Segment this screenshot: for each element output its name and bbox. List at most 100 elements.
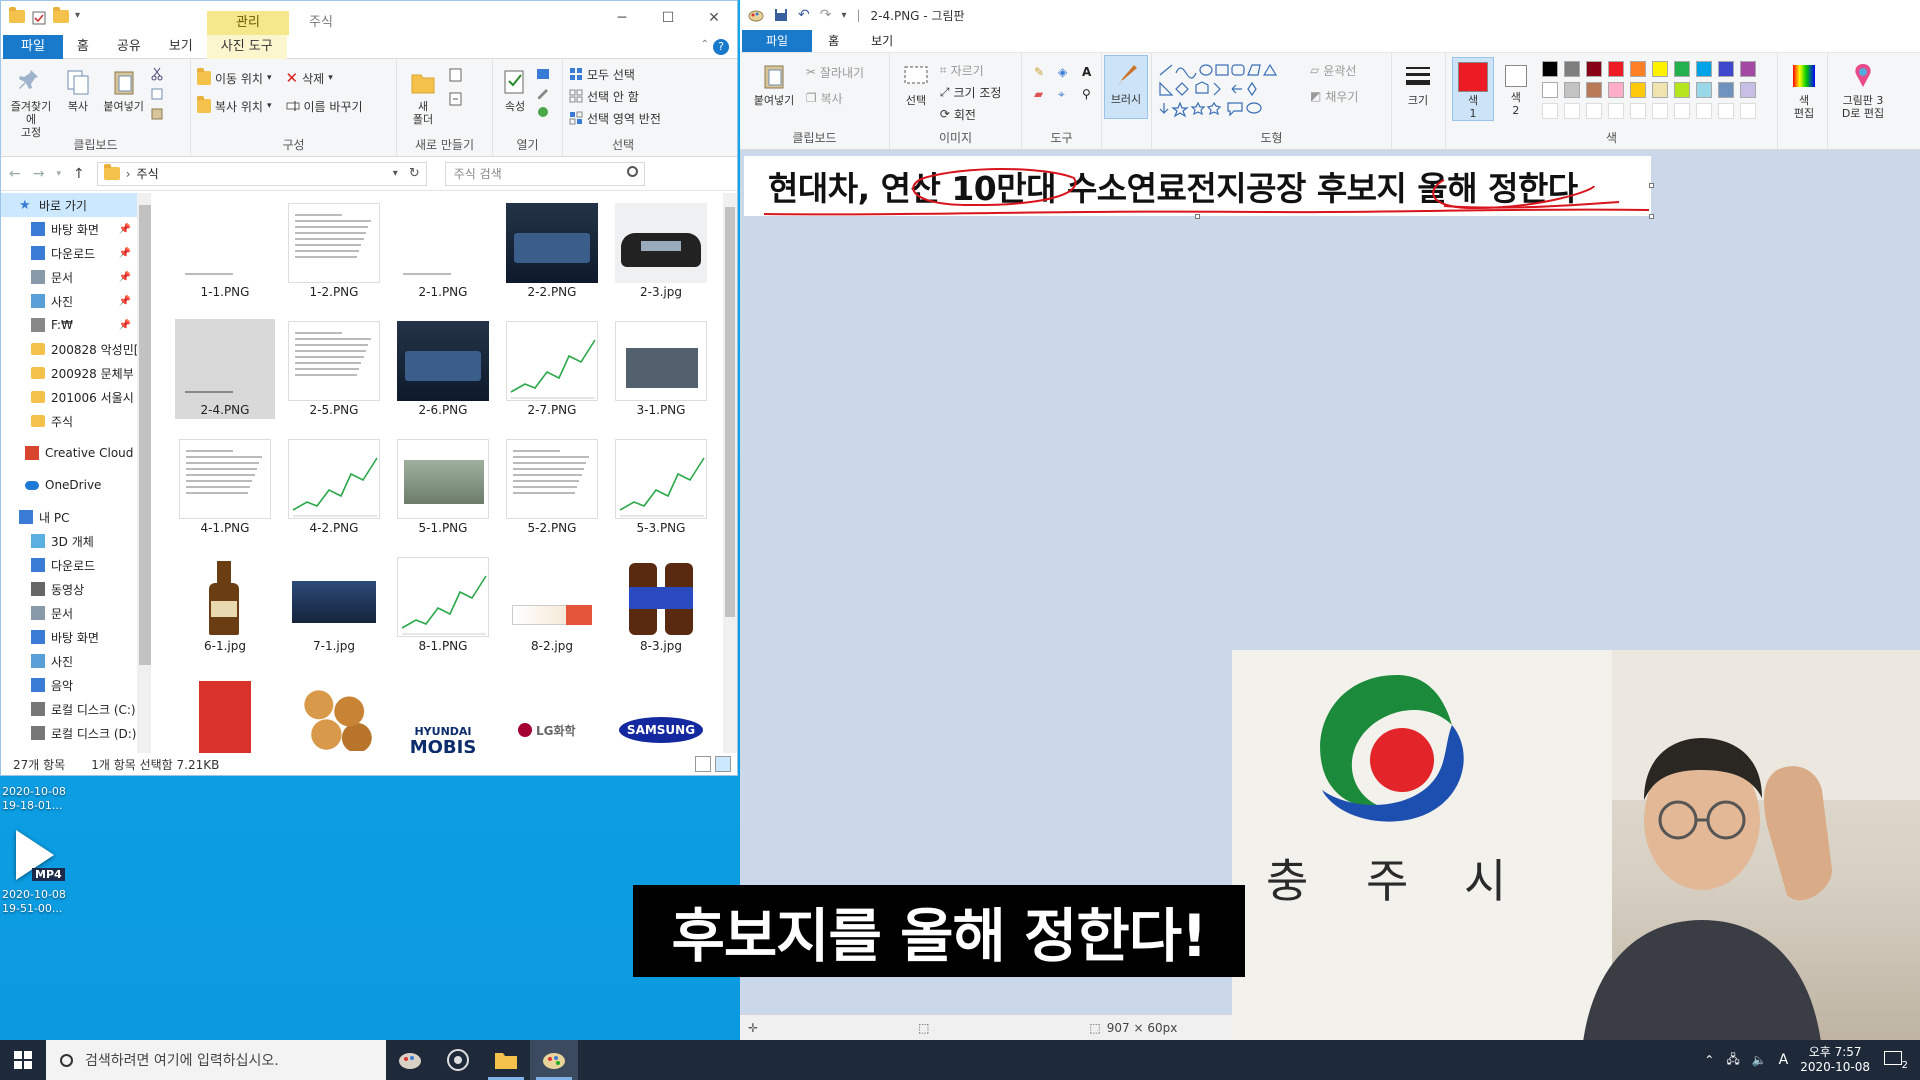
copy-button[interactable]: ❐ 복사	[806, 87, 864, 109]
palette-swatch[interactable]	[1607, 61, 1624, 77]
notification-center-icon[interactable]: 2	[1882, 1049, 1908, 1071]
palette-swatch[interactable]	[1563, 82, 1580, 98]
paste-shortcut-icon[interactable]	[150, 107, 164, 121]
palette-swatch[interactable]	[1651, 61, 1668, 77]
nav-item[interactable]: 문서	[1, 601, 151, 625]
resize-handle-corner[interactable]	[1649, 214, 1654, 219]
resize-handle-bottom[interactable]	[1195, 214, 1200, 219]
nav-item[interactable]: 3D 개체	[1, 529, 151, 553]
desktop-file-image[interactable]: 2020-10-08 19-18-01...	[2, 785, 66, 813]
file-thumbnail-item[interactable]: 8-2.jpg	[502, 555, 602, 655]
minimize-button[interactable]: ─	[599, 1, 645, 35]
custom-color-slot[interactable]	[1541, 103, 1558, 119]
qa-dropdown-icon[interactable]: ▾	[75, 10, 80, 26]
crop-button[interactable]: ⌗ 자르기	[940, 59, 1002, 81]
fill-button[interactable]: ◩ 채우기	[1310, 85, 1358, 107]
palette-swatch[interactable]	[1739, 61, 1756, 77]
color1-button[interactable]: 색 1	[1452, 57, 1494, 121]
close-button[interactable]: ✕	[691, 1, 737, 35]
nav-item[interactable]: 문서 📌	[1, 265, 151, 289]
paste-button[interactable]: 붙여넣기	[746, 57, 802, 107]
file-thumbnail-item[interactable]: 4-2.PNG	[284, 437, 384, 537]
file-thumbnail-item[interactable]: 5-3.PNG	[611, 437, 711, 537]
ime-indicator[interactable]: A	[1779, 1052, 1789, 1068]
palette-swatch[interactable]	[1717, 82, 1734, 98]
nav-item[interactable]: F:₩ 📌	[1, 313, 151, 337]
new-folder-icon[interactable]	[53, 7, 69, 23]
edit-icon[interactable]	[535, 86, 551, 100]
collapse-ribbon-icon[interactable]: ⌃	[701, 39, 709, 50]
file-thumbnail-item[interactable]: 1-2.PNG	[284, 201, 384, 301]
pin-icon[interactable]: 📌	[119, 296, 131, 307]
custom-color-slot[interactable]	[1717, 103, 1734, 119]
resize-button[interactable]: ⤢ 크기 조정	[940, 81, 1002, 103]
palette-swatch[interactable]	[1695, 82, 1712, 98]
file-thumbnail-item[interactable]: 2-7.PNG	[502, 319, 602, 419]
cut-icon[interactable]	[150, 67, 164, 81]
file-thumbnail-item[interactable]: 2-5.PNG	[284, 319, 384, 419]
custom-color-slot[interactable]	[1629, 103, 1646, 119]
breadcrumb[interactable]: 주식	[137, 165, 159, 182]
paint-canvas[interactable]: 현대차, 연산 10만대 수소연료전지공장 후보지 올해 정한다	[744, 156, 1654, 219]
tray-overflow-icon[interactable]: ⌃	[1704, 1053, 1714, 1067]
pin-icon[interactable]: 📌	[119, 272, 131, 283]
shapes-gallery-icon[interactable]	[1158, 63, 1308, 123]
file-thumbnail-item[interactable]: 8-1.PNG	[393, 555, 493, 655]
file-thumbnail-item[interactable]: 2-6.PNG	[393, 319, 493, 419]
taskbar-app-paint-brush[interactable]	[386, 1040, 434, 1080]
nav-item[interactable]: 로컬 디스크 (C:)	[1, 697, 151, 721]
large-icons-view-icon[interactable]	[715, 756, 731, 772]
color-picker-icon[interactable]: ⌖	[1058, 87, 1076, 102]
copy-to-button[interactable]: 복사 위치 ▾	[197, 95, 272, 117]
tab-home[interactable]: 홈	[812, 30, 855, 52]
pin-icon[interactable]: 📌	[119, 248, 131, 259]
file-thumbnail-item[interactable]: HYUNDAI MOBIS	[393, 673, 493, 753]
custom-color-slot[interactable]	[1739, 103, 1756, 119]
desktop-file-mp4[interactable]: MP4	[8, 830, 70, 890]
palette-swatch[interactable]	[1673, 82, 1690, 98]
rotate-button[interactable]: ⟳ 회전	[940, 103, 1002, 125]
file-thumbnail-item[interactable]: 6-1.jpg	[175, 555, 275, 655]
network-icon[interactable]: 🖧	[1726, 1050, 1739, 1071]
nav-item[interactable]: 사진	[1, 649, 151, 673]
save-icon[interactable]	[774, 8, 788, 22]
file-thumbnail-item[interactable]: 1-1.PNG	[175, 201, 275, 301]
file-thumbnail-item[interactable]: 2-1.PNG	[393, 201, 493, 301]
pin-icon[interactable]: 📌	[119, 320, 131, 331]
edit-colors-button[interactable]: 색 편집	[1784, 57, 1824, 120]
maximize-button[interactable]: ☐	[645, 1, 691, 35]
tab-view[interactable]: 보기	[855, 30, 909, 52]
custom-color-slot[interactable]	[1585, 103, 1602, 119]
desktop-file-mp4-label[interactable]: 2020-10-08 19-51-00...	[2, 888, 66, 916]
copy-path-icon[interactable]	[150, 87, 164, 101]
file-thumbnail-item[interactable]	[284, 673, 384, 753]
redo-icon[interactable]: ↷	[820, 7, 832, 23]
history-icon[interactable]	[535, 105, 551, 119]
qa-dropdown-icon[interactable]: ▾	[841, 10, 846, 21]
palette-swatch[interactable]	[1607, 82, 1624, 98]
tab-share[interactable]: 공유	[103, 35, 155, 59]
file-thumbnail-item[interactable]: 4-1.PNG	[175, 437, 275, 537]
easy-access-icon[interactable]	[447, 91, 465, 107]
custom-color-slot[interactable]	[1673, 103, 1690, 119]
clock[interactable]: 오후 7:57 2020-10-08	[1800, 1045, 1870, 1075]
nav-item[interactable]: 바탕 화면 📌	[1, 217, 151, 241]
tab-home[interactable]: 홈	[63, 35, 103, 59]
text-icon[interactable]: A	[1082, 65, 1100, 79]
new-folder-button[interactable]: 새 폴더	[403, 63, 443, 126]
search-input[interactable]: 주식 검색	[444, 161, 645, 186]
file-thumbnail-item[interactable]: 3-1.PNG	[611, 319, 711, 419]
taskbar-search-input[interactable]: 검색하려면 여기에 입력하십시오.	[46, 1040, 386, 1080]
nav-item[interactable]: 바탕 화면	[1, 625, 151, 649]
file-thumbnail-item[interactable]: 2-3.jpg	[611, 201, 711, 301]
taskbar-app-paint[interactable]	[530, 1040, 578, 1080]
palette-swatch[interactable]	[1629, 82, 1646, 98]
file-thumbnail-item[interactable]: 8-3.jpg	[611, 555, 711, 655]
recent-dropdown-icon[interactable]: ▾	[56, 169, 61, 179]
volume-icon[interactable]: 🔈	[1752, 1053, 1767, 1067]
palette-swatch[interactable]	[1673, 61, 1690, 77]
copy-button[interactable]: 복사	[59, 63, 97, 113]
new-item-icon[interactable]	[447, 67, 465, 83]
nav-item[interactable]: 로컬 디스크 (D:)	[1, 721, 151, 745]
palette-swatch[interactable]	[1585, 61, 1602, 77]
